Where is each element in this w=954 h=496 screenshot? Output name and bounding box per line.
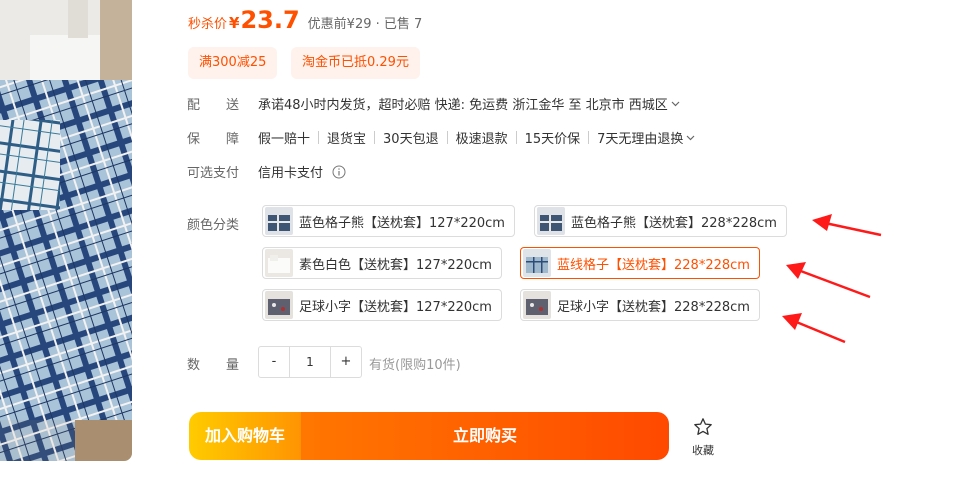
- payment-label: 可选支付: [187, 166, 240, 181]
- sku-option-blue-bear-228[interactable]: 蓝色格子熊【送枕套】228*228cm: [534, 205, 787, 237]
- quantity-plus-button[interactable]: +: [331, 347, 361, 377]
- sku-option-label: 素色白色【送枕套】127*220cm: [299, 257, 492, 273]
- sku-option-label: 蓝色格子熊【送枕套】127*220cm: [299, 215, 505, 231]
- sku-option-label: 足球小字【送枕套】127*220cm: [299, 299, 492, 315]
- delivery-label: 配 送: [187, 98, 240, 113]
- info-icon[interactable]: [332, 165, 346, 179]
- sku-option-label: 足球小字【送枕套】228*228cm: [557, 299, 750, 315]
- sku-thumbnail: [265, 249, 293, 277]
- chevron-down-icon: [686, 130, 695, 145]
- sku-thumbnail: [523, 249, 551, 277]
- add-to-cart-button[interactable]: 加入购物车: [189, 412, 301, 460]
- price-currency: ¥: [229, 14, 240, 32]
- star-icon: [694, 418, 712, 435]
- sku-option-blue-bear-127[interactable]: 蓝色格子熊【送枕套】127*220cm: [262, 205, 515, 237]
- product-image[interactable]: [0, 0, 132, 461]
- payment-method: 信用卡支付: [258, 166, 324, 181]
- divider: [374, 131, 376, 144]
- delivery-info[interactable]: 承诺48小时内发货，超时必赔 快递: 免运费 浙江金华 至 北京市 西城区: [258, 94, 680, 113]
- favorite-button[interactable]: 收藏: [688, 417, 718, 458]
- sku-option-football-127[interactable]: 足球小字【送枕套】127*220cm: [262, 289, 502, 321]
- quantity-label: 数 量: [187, 358, 240, 373]
- promo-badge-discount[interactable]: 满300减25: [188, 47, 278, 79]
- sku-label: 颜色分类: [187, 218, 240, 233]
- sku-thumbnail: [265, 207, 293, 235]
- payment-info: 信用卡支付: [258, 162, 346, 181]
- guarantee-list[interactable]: 假一赔十 退货宝 30天包退 极速退款 15天价保 7天无理由退换: [258, 128, 695, 147]
- sku-thumbnail: [523, 291, 551, 319]
- guarantee-item: 15天价保: [524, 132, 581, 147]
- quantity-stepper: - 1 +: [258, 346, 362, 378]
- divider: [318, 131, 320, 144]
- sku-option-plain-white-127[interactable]: 素色白色【送枕套】127*220cm: [262, 247, 502, 279]
- sku-option-label: 蓝色格子熊【送枕套】228*228cm: [571, 215, 777, 231]
- price-value: 23.7: [240, 6, 300, 34]
- guarantee-item: 30天包退: [383, 132, 439, 147]
- guarantee-item: 7天无理由退换: [597, 132, 684, 147]
- price-label: 秒杀价: [188, 17, 228, 32]
- sku-thumbnail: [537, 207, 565, 235]
- guarantee-item: 退货宝: [327, 132, 367, 147]
- sku-option-football-228[interactable]: 足球小字【送枕套】228*228cm: [520, 289, 760, 321]
- stock-status: 有货(限购10件): [369, 358, 461, 373]
- arrow-annotation: [786, 262, 871, 299]
- arrow-annotation: [812, 214, 882, 237]
- divider: [588, 131, 590, 144]
- price-extra: 优惠前¥29 · 已售 7: [307, 17, 423, 32]
- sku-option-label: 蓝线格子【送枕套】228*228cm: [557, 257, 750, 273]
- price-row: 秒杀价 ¥ 23.7 优惠前¥29 · 已售 7: [188, 6, 422, 36]
- quantity-input[interactable]: 1: [289, 347, 331, 377]
- quantity-minus-button[interactable]: -: [259, 347, 289, 377]
- guarantee-label: 保 障: [187, 132, 240, 147]
- sku-option-blue-line-228[interactable]: 蓝线格子【送枕套】228*228cm: [520, 247, 760, 279]
- divider: [446, 131, 448, 144]
- product-photo: [0, 0, 132, 461]
- sku-thumbnail: [265, 291, 293, 319]
- guarantee-item: 极速退款: [455, 132, 508, 147]
- divider: [515, 131, 517, 144]
- chevron-down-icon: [671, 96, 680, 111]
- guarantee-item: 假一赔十: [258, 132, 311, 147]
- delivery-text: 承诺48小时内发货，超时必赔 快递: 免运费 浙江金华 至 北京市 西城区: [258, 98, 668, 113]
- arrow-annotation: [782, 313, 846, 344]
- promo-badge-coins[interactable]: 淘金币已抵0.29元: [291, 47, 420, 79]
- buy-now-button[interactable]: 立即购买: [301, 412, 669, 460]
- favorite-label: 收藏: [692, 444, 714, 457]
